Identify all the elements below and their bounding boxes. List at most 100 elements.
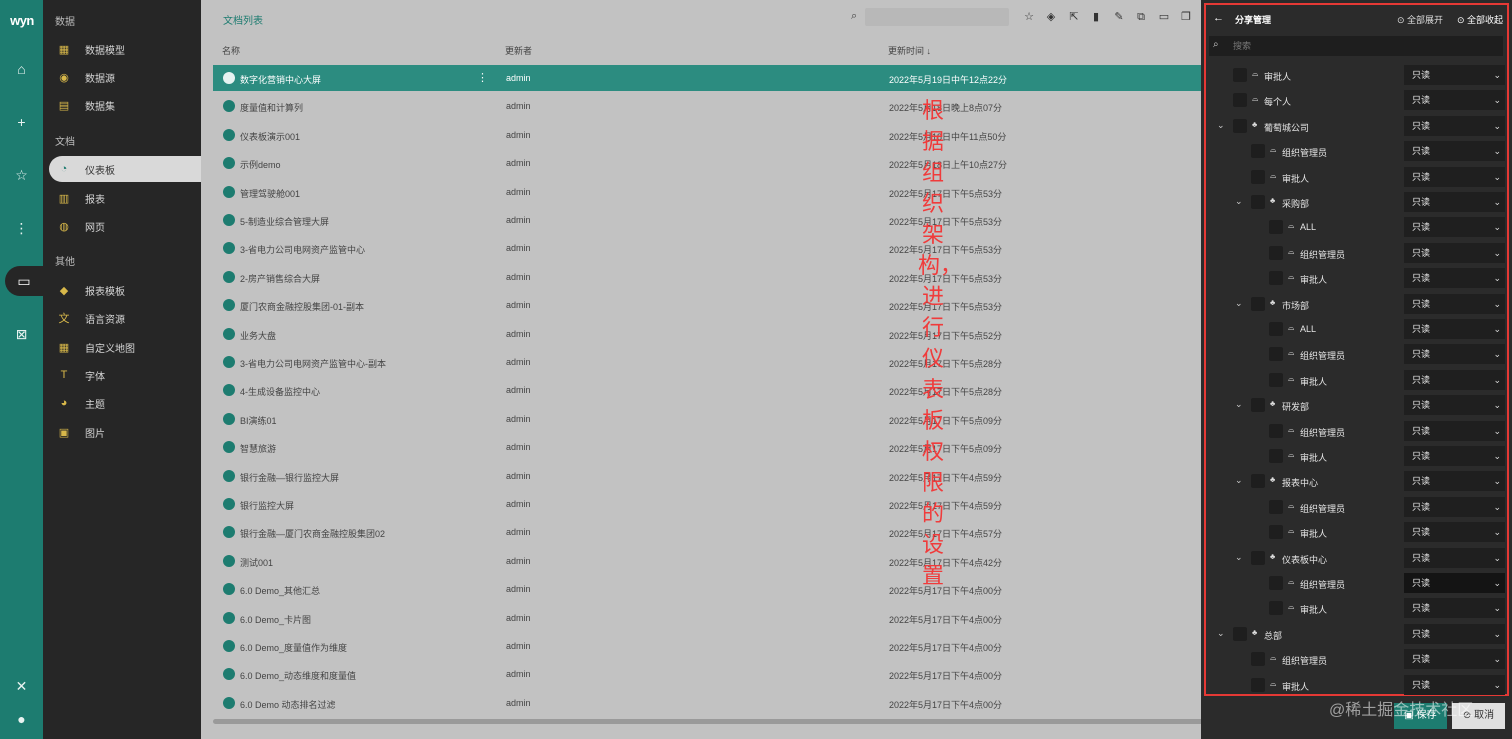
table-row[interactable]: 数字化营销中心大屏 ⋮ admin 2022年5月19日中午12点22分	[213, 65, 1201, 91]
present-icon[interactable]: ▭	[1157, 10, 1171, 24]
node-checkbox[interactable]	[1251, 677, 1265, 692]
permission-select[interactable]: 只读 ⌄	[1404, 496, 1505, 517]
permission-select[interactable]: 只读 ⌄	[1404, 395, 1505, 416]
table-row[interactable]: 厦门农商金融控股集团-01-副本 admin 2022年5月17日下午5点53分	[213, 292, 1201, 318]
nav-item-dataset[interactable]: ▤ 数据集	[49, 92, 201, 118]
chevron-down-icon[interactable]: ⌄	[1235, 298, 1243, 309]
star-icon[interactable]: ☆	[0, 164, 43, 186]
node-checkbox[interactable]	[1233, 93, 1247, 108]
chevron-down-icon[interactable]: ⌄	[1235, 196, 1243, 207]
permission-select[interactable]: 只读 ⌄	[1404, 623, 1505, 644]
node-checkbox[interactable]	[1269, 499, 1283, 514]
more-options-icon[interactable]: ⋮	[477, 71, 488, 84]
nav-item-dashboard[interactable]: ◔ 仪表板	[49, 156, 201, 182]
node-checkbox[interactable]	[1269, 601, 1283, 616]
table-row[interactable]: 智慧旅游 admin 2022年5月17日下午5点09分	[213, 434, 1201, 460]
node-checkbox[interactable]	[1269, 423, 1283, 438]
node-checkbox[interactable]	[1251, 296, 1265, 311]
nav-item-data-source[interactable]: ◉ 数据源	[49, 64, 201, 90]
add-icon[interactable]: +	[0, 111, 43, 133]
chevron-down-icon[interactable]: ⌄	[1235, 475, 1243, 486]
permission-select[interactable]: 只读 ⌄	[1404, 522, 1505, 543]
nav-item-image[interactable]: ▣ 图片	[49, 419, 201, 445]
node-checkbox[interactable]	[1233, 68, 1247, 82]
chevron-down-icon[interactable]: ⌄	[1235, 552, 1243, 563]
table-row[interactable]: 仪表板演示001 admin 2022年5月18日中午11点50分	[213, 122, 1201, 148]
nav-item-theme[interactable]: ◕ 主题	[49, 390, 201, 416]
node-checkbox[interactable]	[1251, 195, 1265, 209]
node-checkbox[interactable]	[1233, 626, 1247, 641]
permission-select[interactable]: 只读 ⌄	[1404, 446, 1505, 466]
trash-icon[interactable]: ⊠	[0, 323, 43, 345]
permission-select[interactable]: 只读 ⌄	[1404, 65, 1505, 85]
chevron-down-icon[interactable]: ⌄	[1235, 399, 1243, 410]
nav-item-report[interactable]: ▥ 报表	[49, 185, 201, 211]
table-row[interactable]: 示例demo admin 2022年5月18日上午10点27分	[213, 150, 1201, 176]
permission-select[interactable]: 只读 ⌄	[1404, 217, 1505, 238]
permission-select[interactable]: 只读 ⌄	[1404, 141, 1505, 162]
permission-select[interactable]: 只读 ⌄	[1404, 293, 1505, 314]
permission-select[interactable]: 只读 ⌄	[1404, 319, 1505, 339]
node-checkbox[interactable]	[1269, 576, 1283, 590]
nav-item-webpage[interactable]: ◍ 网页	[49, 213, 201, 239]
table-row[interactable]: 6.0 Demo 动态排名过滤 admin 2022年5月17日下午4点00分	[213, 690, 1201, 716]
column-header-owner[interactable]: 更新者	[505, 44, 532, 57]
tag-icon[interactable]: ◈	[1044, 10, 1058, 24]
expand-all-button[interactable]: ⊙ 全部展开	[1397, 13, 1443, 26]
node-checkbox[interactable]	[1251, 550, 1265, 565]
delete-icon[interactable]: ▮	[1089, 10, 1103, 24]
star-icon[interactable]: ☆	[1022, 10, 1036, 24]
table-row[interactable]: BI演练01 admin 2022年5月17日下午5点09分	[213, 406, 1201, 432]
node-checkbox[interactable]	[1251, 144, 1265, 159]
permission-select[interactable]: 只读 ⌄	[1404, 192, 1505, 212]
collapse-all-button[interactable]: ⊙ 全部收起	[1457, 13, 1503, 26]
permission-select[interactable]: 只读 ⌄	[1404, 573, 1505, 593]
table-row[interactable]: 3-省电力公司电网资产监管中心 admin 2022年5月17日下午5点53分	[213, 235, 1201, 261]
table-row[interactable]: 6.0 Demo_动态维度和度量值 admin 2022年5月17日下午4点00分	[213, 661, 1201, 687]
permission-select[interactable]: 只读 ⌄	[1404, 344, 1505, 365]
table-row[interactable]: 度量值和计算列 admin 2022年5月18日晚上8点07分	[213, 93, 1201, 119]
duplicate-icon[interactable]: ❐	[1179, 10, 1193, 24]
table-row[interactable]: 管理驾驶舱001 admin 2022年5月17日下午5点53分	[213, 179, 1201, 205]
tree-icon[interactable]: ⋮	[0, 217, 43, 239]
node-checkbox[interactable]	[1269, 347, 1283, 362]
node-checkbox[interactable]	[1251, 398, 1265, 413]
node-checkbox[interactable]	[1269, 245, 1283, 260]
node-checkbox[interactable]	[1251, 474, 1265, 489]
permission-select[interactable]: 只读 ⌄	[1404, 674, 1505, 695]
column-header-time[interactable]: 更新时间 ↓	[888, 44, 931, 57]
permission-select[interactable]: 只读 ⌄	[1404, 369, 1505, 390]
node-checkbox[interactable]	[1269, 449, 1283, 463]
table-row[interactable]: 5-制造业综合管理大屏 admin 2022年5月17日下午5点53分	[213, 207, 1201, 233]
permission-select[interactable]: 只读 ⌄	[1404, 115, 1505, 136]
table-row[interactable]: 业务大盘 admin 2022年5月17日下午5点52分	[213, 321, 1201, 347]
permission-select[interactable]: 只读 ⌄	[1404, 166, 1505, 187]
node-checkbox[interactable]	[1269, 322, 1283, 336]
copy-icon[interactable]: ⧉	[1134, 10, 1148, 24]
horizontal-scrollbar[interactable]	[213, 719, 1277, 724]
permission-select[interactable]: 只读 ⌄	[1404, 471, 1505, 492]
chevron-down-icon[interactable]: ⌄	[1217, 628, 1225, 639]
column-header-name[interactable]: 名称	[222, 44, 240, 57]
nav-item-report-template[interactable]: ◆ 报表模板	[49, 277, 201, 303]
search-icon[interactable]: ⌕	[851, 10, 857, 23]
home-icon[interactable]: ⌂	[0, 58, 43, 80]
back-arrow-icon[interactable]: ←	[1213, 12, 1224, 24]
permission-select[interactable]: 只读 ⌄	[1404, 649, 1505, 670]
table-row[interactable]: 银行金融—银行监控大屏 admin 2022年5月17日下午4点59分	[213, 463, 1201, 489]
table-row[interactable]: 6.0 Demo_度量值作为维度 admin 2022年5月17日下午4点00分	[213, 633, 1201, 659]
chevron-down-icon[interactable]: ⌄	[1217, 120, 1225, 131]
share-search-input[interactable]	[1233, 38, 1493, 54]
node-checkbox[interactable]	[1269, 271, 1283, 286]
external-link-icon[interactable]: ⇱	[1067, 10, 1081, 24]
nav-item-language[interactable]: 文 语言资源	[49, 305, 201, 331]
table-row[interactable]: 6.0 Demo_卡片图 admin 2022年5月17日下午4点00分	[213, 605, 1201, 631]
permission-select[interactable]: 只读 ⌄	[1404, 90, 1505, 111]
permission-select[interactable]: 只读 ⌄	[1404, 268, 1505, 289]
nav-item-custom-map[interactable]: ▦ 自定义地图	[49, 334, 201, 360]
edit-icon[interactable]: ✎	[1112, 10, 1126, 24]
node-checkbox[interactable]	[1269, 220, 1283, 235]
node-checkbox[interactable]	[1251, 652, 1265, 667]
node-checkbox[interactable]	[1233, 118, 1247, 133]
user-icon[interactable]: ●	[0, 708, 43, 730]
